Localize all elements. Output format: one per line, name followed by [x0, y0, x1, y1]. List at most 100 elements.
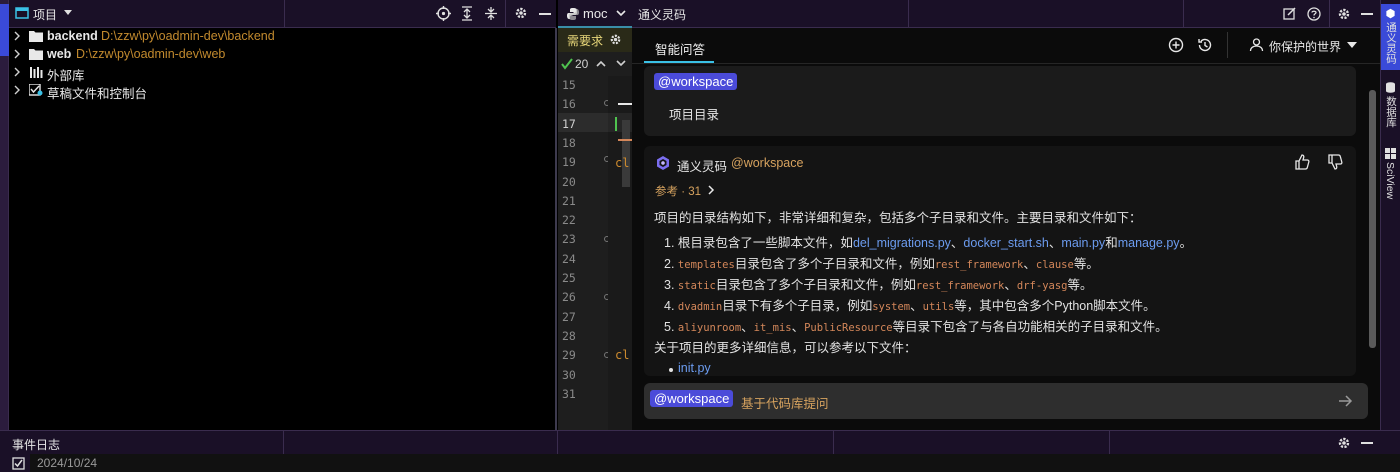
code-editor[interactable]: cl cl: [608, 76, 632, 430]
inline-code: aliyunroom: [677, 322, 742, 334]
line-number[interactable]: 22: [558, 213, 588, 227]
expand-all-icon[interactable]: [460, 6, 474, 21]
checkbox-icon[interactable]: [12, 457, 25, 470]
tree-item-scratches[interactable]: 草稿文件和控制台: [9, 82, 549, 101]
tongyi-tool-tab[interactable]: 通义灵码: [1381, 4, 1400, 70]
chevron-down-icon[interactable]: [616, 10, 626, 17]
editor-tab[interactable]: moc: [558, 0, 632, 28]
tab-label: SciView: [1384, 162, 1396, 200]
edit-icon[interactable]: [1283, 7, 1296, 20]
requirements-label[interactable]: 需要求: [567, 32, 603, 49]
minimize-icon[interactable]: [1361, 13, 1373, 15]
line-number[interactable]: 17: [558, 117, 588, 131]
gear-icon[interactable]: [1337, 7, 1351, 21]
event-log-body: 2024/10/24: [0, 454, 1400, 472]
send-arrow-icon[interactable]: [1339, 395, 1353, 407]
file-link[interactable]: main.py: [1061, 236, 1105, 250]
line-number[interactable]: 25: [558, 271, 588, 285]
answer-intro: 项目的目录结构如下，非常详细和复杂，包括多个子目录和文件。主要目录和文件如下：: [654, 211, 1142, 225]
chevron-down-icon[interactable]: [1347, 42, 1357, 49]
list-number: 1.: [664, 236, 675, 250]
chat-input[interactable]: @workspace 基于代码库提问: [644, 383, 1368, 419]
line-number[interactable]: 31: [558, 387, 588, 401]
line-number[interactable]: 27: [558, 310, 588, 324]
list-number: 5.: [664, 320, 675, 334]
project-panel-title[interactable]: 项目: [33, 6, 57, 23]
workspace-mention[interactable]: @workspace: [650, 390, 734, 407]
header-divider: [284, 0, 285, 28]
tree-item-external-libraries[interactable]: 外部库: [9, 64, 549, 83]
list-text: 、: [1048, 236, 1062, 250]
database-tool-tab[interactable]: 数据库: [1381, 78, 1400, 134]
history-icon[interactable]: [1197, 37, 1213, 53]
header-divider: [1329, 0, 1330, 28]
chevron-right-icon[interactable]: [708, 185, 715, 195]
inspection-count[interactable]: 20: [575, 57, 588, 71]
code-keyword: cl: [615, 348, 630, 362]
library-icon: [29, 66, 43, 78]
gear-icon[interactable]: [609, 33, 622, 46]
file-link[interactable]: init.py: [678, 361, 711, 375]
tab-smart-qa[interactable]: 智能问答: [655, 39, 705, 58]
bullet-dot: [669, 368, 673, 372]
tongyi-logo-icon: [1385, 8, 1396, 19]
help-icon[interactable]: [1307, 7, 1321, 21]
inline-code: drf-yasg: [1016, 280, 1068, 292]
answer-list-item: 3. static目录包含了多个子目录和文件，例如rest_framework、…: [664, 274, 1093, 293]
line-number[interactable]: 23: [558, 232, 588, 246]
line-number[interactable]: 18: [558, 136, 588, 150]
file-link[interactable]: docker_start.sh: [963, 236, 1048, 250]
chevron-down-icon[interactable]: [616, 60, 626, 67]
list-text: 。: [1179, 236, 1193, 250]
ai-assistant-header: 通义灵码: [632, 0, 1380, 28]
tab-divider: [1227, 32, 1228, 58]
chevron-right-icon[interactable]: [13, 85, 21, 95]
file-link[interactable]: manage.py: [1118, 236, 1180, 250]
line-number[interactable]: 24: [558, 252, 588, 266]
scratch-icon: [29, 84, 43, 96]
chevron-up-icon[interactable]: [596, 60, 606, 67]
right-tool-strip: 通义灵码 数据库 SciView: [1380, 0, 1400, 430]
locate-icon[interactable]: [436, 6, 451, 21]
line-number[interactable]: 15: [558, 78, 588, 92]
chevron-right-icon[interactable]: [13, 67, 21, 77]
tree-item-web[interactable]: web D:\zzw\py\oadmin-dev\web: [9, 46, 549, 64]
collapse-all-icon[interactable]: [484, 6, 498, 21]
project-tool-tab[interactable]: [0, 4, 9, 56]
event-log-header: 事件日志: [0, 430, 1400, 455]
inline-code: rest_framework: [934, 259, 1024, 271]
chat-scrollbar[interactable]: [1369, 90, 1376, 348]
chat-input-placeholder[interactable]: 基于代码库提问: [741, 393, 829, 412]
line-number[interactable]: 21: [558, 194, 588, 208]
header-divider: [1183, 0, 1184, 28]
line-number[interactable]: 28: [558, 329, 588, 343]
line-number[interactable]: 20: [558, 175, 588, 189]
line-number[interactable]: 26: [558, 290, 588, 304]
gear-icon[interactable]: [514, 6, 528, 20]
line-number[interactable]: 19: [558, 155, 588, 169]
tree-item-path: D:\zzw\py\oadmin-dev\backend: [101, 29, 275, 43]
file-link[interactable]: del_migrations.py: [853, 236, 951, 250]
line-number[interactable]: 30: [558, 368, 588, 382]
event-log-title[interactable]: 事件日志: [12, 436, 60, 453]
tree-item-path: D:\zzw\py\oadmin-dev\web: [76, 47, 226, 61]
chevron-down-icon[interactable]: [63, 9, 73, 17]
user-name[interactable]: 你保护的世界: [1269, 38, 1341, 55]
tree-item-backend[interactable]: backend D:\zzw\py\oadmin-dev\backend: [9, 28, 549, 46]
line-number[interactable]: 16: [558, 97, 588, 111]
code-fragment: [618, 139, 632, 141]
minimize-icon[interactable]: [1361, 442, 1373, 444]
gear-icon[interactable]: [1337, 436, 1351, 450]
chevron-right-icon[interactable]: [13, 49, 21, 59]
code-scroll-thumb[interactable]: [622, 120, 630, 187]
thumbs-up-icon[interactable]: [1294, 154, 1310, 170]
minimize-icon[interactable]: [539, 13, 551, 15]
line-number[interactable]: 29: [558, 348, 588, 362]
user-message-text: 项目目录: [669, 108, 720, 122]
sciview-tool-tab[interactable]: SciView: [1381, 144, 1400, 200]
thumbs-down-icon[interactable]: [1327, 154, 1343, 170]
new-chat-icon[interactable]: [1168, 37, 1184, 53]
chevron-right-icon[interactable]: [13, 31, 21, 41]
folder-icon: [29, 30, 43, 42]
reference-count[interactable]: 参考 · 31: [655, 183, 701, 199]
